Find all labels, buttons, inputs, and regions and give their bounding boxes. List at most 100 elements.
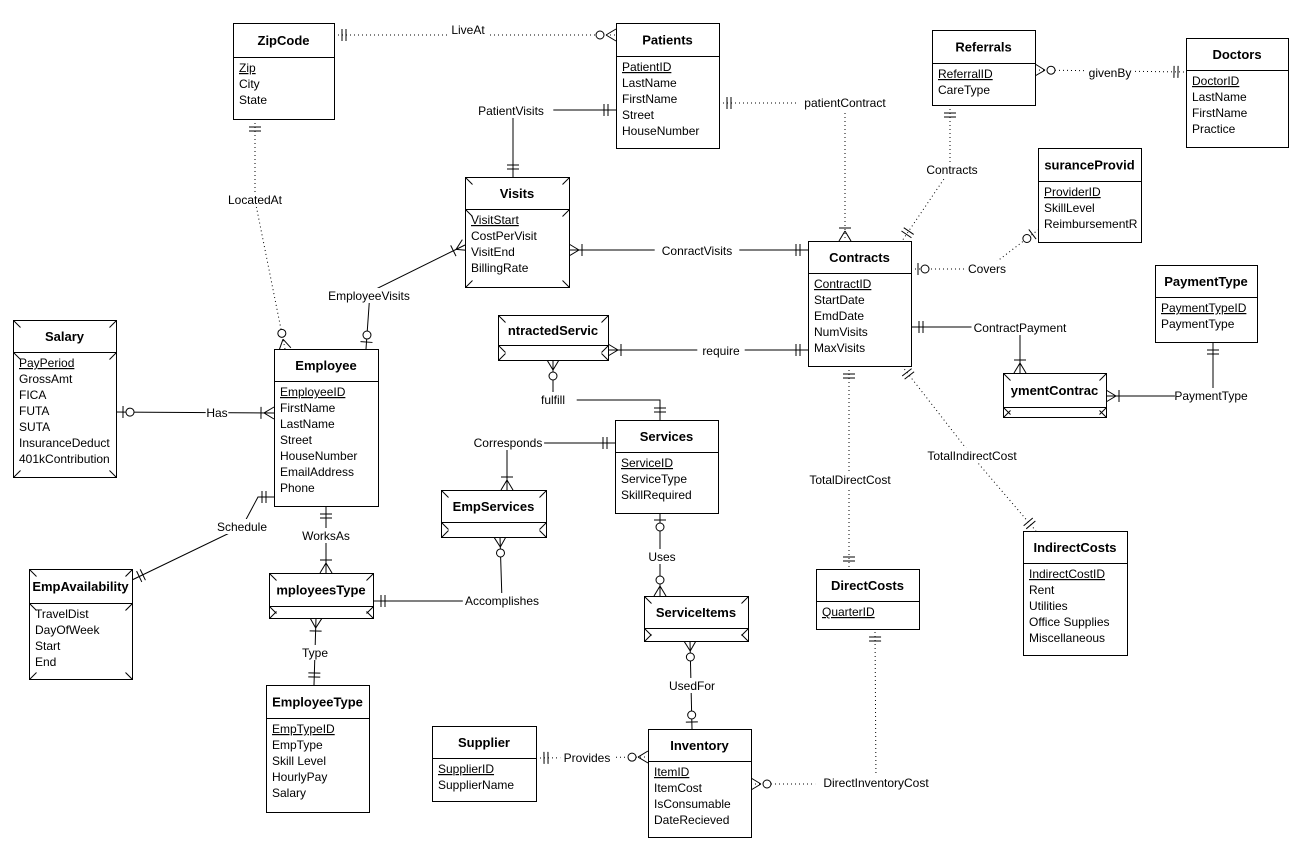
- primary-key-attribute: EmployeeID: [280, 385, 346, 399]
- relationship-require[interactable]: require: [607, 343, 808, 358]
- relationship-paymenttyperel[interactable]: PaymentType: [1105, 342, 1248, 403]
- entity-title: EmpServices: [453, 499, 535, 514]
- relationship-directinventorycost[interactable]: DirectInventoryCost: [750, 628, 937, 791]
- crows-foot: [838, 230, 846, 242]
- relationship-givenby[interactable]: givenBy: [1034, 63, 1187, 80]
- relationship-conractvisits[interactable]: ConractVisits: [568, 243, 808, 258]
- entity-title: DirectCosts: [831, 578, 904, 593]
- entity-empservices[interactable]: EmpServices: [441, 490, 547, 538]
- entity-contractedservices[interactable]: ntractedServic: [498, 315, 609, 361]
- entity-employeestype[interactable]: mployeesType: [269, 573, 374, 619]
- relationship-patientcontract[interactable]: patientContract: [719, 95, 894, 242]
- relationship-covers[interactable]: Covers: [911, 229, 1039, 276]
- relationship-has[interactable]: Has: [115, 405, 275, 420]
- relationship-line[interactable]: [552, 360, 661, 420]
- entity-directcosts[interactable]: DirectCosts QuarterID: [816, 569, 920, 630]
- relationship-contractpayment[interactable]: ContractPayment: [911, 320, 1069, 374]
- attribute: CareType: [938, 83, 990, 97]
- cardinality-bar: [139, 569, 146, 581]
- crows-foot: [568, 249, 580, 257]
- crows-foot: [607, 349, 619, 357]
- cardinality-bar: [360, 341, 373, 343]
- attribute: Street: [622, 108, 655, 122]
- relationship-provides[interactable]: Provides: [535, 750, 649, 765]
- attribute: IsConsumable: [654, 797, 731, 811]
- entity-doctors[interactable]: Doctors DoctorID LastName FirstName Practice: [1186, 38, 1289, 148]
- cardinality-zero: [1022, 234, 1032, 244]
- relationship-label: Schedule: [217, 520, 267, 534]
- relationship-locatedat[interactable]: LocatedAt: [225, 119, 292, 351]
- entity-employeetype[interactable]: EmployeeType EmpTypeID EmpType Skill Level H…: [266, 685, 370, 813]
- entity-title: PaymentType: [1164, 274, 1248, 289]
- relationship-line[interactable]: [1106, 342, 1214, 397]
- attribute: LastName: [1192, 90, 1247, 104]
- attribute: VisitEnd: [471, 245, 515, 259]
- relationship-uses[interactable]: Uses: [647, 513, 677, 597]
- entity-title: EmpAvailability: [32, 579, 129, 594]
- relationship-totaldirectcost[interactable]: TotalDirectCost: [801, 366, 899, 569]
- attribute: HourlyPay: [272, 770, 327, 784]
- relationship-line[interactable]: [254, 119, 286, 350]
- entity-paymentcontract[interactable]: ymentContrac: [1003, 373, 1107, 418]
- crows-foot: [844, 230, 852, 242]
- attribute: PaymentType: [1161, 317, 1235, 331]
- relationship-label: ContractPayment: [974, 321, 1067, 335]
- relationship-line[interactable]: [115, 411, 275, 414]
- relationship-line[interactable]: [512, 109, 616, 177]
- entity-inventory[interactable]: Inventory ItemID ItemCost IsConsumable DateR…: [648, 729, 752, 838]
- entity-zipcode[interactable]: ZipCodeZip City State: [233, 23, 335, 120]
- attribute: Miscellaneous: [1029, 631, 1105, 645]
- attribute: HouseNumber: [280, 449, 357, 463]
- relationship-type[interactable]: Type: [300, 617, 330, 686]
- primary-key-attribute: ReferralID: [938, 67, 993, 81]
- relationship-contractsrel[interactable]: Contracts: [901, 105, 982, 242]
- cardinality-zero: [595, 30, 605, 40]
- relationship-fulfill[interactable]: fulfill: [529, 359, 666, 420]
- entity-visits[interactable]: Visits VisitStart CostPerVisit VisitEnd Bill…: [465, 177, 570, 288]
- entity-services[interactable]: Services ServiceID ServiceType SkillRequire…: [615, 420, 719, 514]
- entity-title: Salary: [45, 329, 85, 344]
- relationship-line[interactable]: [131, 496, 274, 581]
- cardinality-zero: [685, 652, 695, 662]
- relationship-schedule[interactable]: Schedule: [131, 491, 274, 583]
- relationship-line[interactable]: [751, 628, 877, 785]
- attribute: Rent: [1029, 583, 1055, 597]
- relationship-usedfor[interactable]: UsedFor: [668, 640, 716, 730]
- entity-title: ntractedServic: [508, 323, 598, 338]
- entity-indirectcosts[interactable]: IndirectCosts IndirectCostID Rent Utilities…: [1023, 531, 1128, 656]
- primary-key-attribute: DoctorID: [1192, 74, 1240, 88]
- entity-paymenttype[interactable]: PaymentType PaymentTypeID PaymentType: [1155, 265, 1258, 343]
- entity-serviceitems[interactable]: ServiceItems: [644, 596, 749, 642]
- relationship-employeevisits[interactable]: EmployeeVisits: [323, 239, 468, 350]
- relationship-label: LiveAt: [451, 23, 485, 37]
- relationship-worksas[interactable]: WorksAs: [302, 506, 350, 574]
- relationship-accomplishes[interactable]: Accomplishes: [373, 536, 542, 608]
- entity-title: Doctors: [1212, 47, 1261, 62]
- crows-foot: [506, 479, 514, 491]
- relationship-patientvisits[interactable]: PatientVisits: [468, 103, 616, 177]
- entity-employee[interactable]: Employee EmployeeID FirstName LastName Stree…: [274, 349, 379, 507]
- relationship-liveat[interactable]: LiveAt: [334, 22, 617, 42]
- attribute: SupplierName: [438, 778, 514, 792]
- attribute: HouseNumber: [622, 124, 699, 138]
- attribute: 401kContribution: [19, 452, 110, 466]
- er-diagram: LiveAt PatientVisits patientContract Locate…: [13, 22, 1289, 838]
- attribute: FirstName: [280, 401, 336, 415]
- entity-salary[interactable]: Salary PayPeriod GrossAmt FICA FUTA SUTA Insur…: [13, 320, 117, 478]
- entity-insurance[interactable]: suranceProvid ProviderID SkillLevel Reimbur…: [1038, 148, 1142, 243]
- entity-title: suranceProvid: [1044, 158, 1134, 173]
- entity-referrals[interactable]: Referrals ReferralID CareType: [932, 30, 1036, 106]
- relationship-line[interactable]: [719, 102, 846, 241]
- relationship-line[interactable]: [506, 442, 615, 490]
- relationship-corresponds[interactable]: Corresponds: [471, 435, 615, 491]
- attribute: NumVisits: [814, 325, 868, 339]
- relationship-label: Corresponds: [474, 436, 543, 450]
- primary-key-attribute: IndirectCostID: [1029, 567, 1105, 581]
- relationship-line[interactable]: [373, 536, 503, 602]
- entity-supplier[interactable]: Supplier SupplierID SupplierName: [432, 726, 537, 802]
- entity-contracts[interactable]: Contracts ContractID StartDate EmdDate NumVi…: [808, 241, 912, 367]
- entity-empavailability[interactable]: EmpAvailability TravelDist DayOfWeek Start E…: [29, 569, 133, 680]
- entity-patients[interactable]: Patients PatientID LastName FirstName Street…: [616, 23, 720, 149]
- crows-foot: [552, 359, 560, 371]
- relationship-label: TotalDirectCost: [809, 473, 891, 487]
